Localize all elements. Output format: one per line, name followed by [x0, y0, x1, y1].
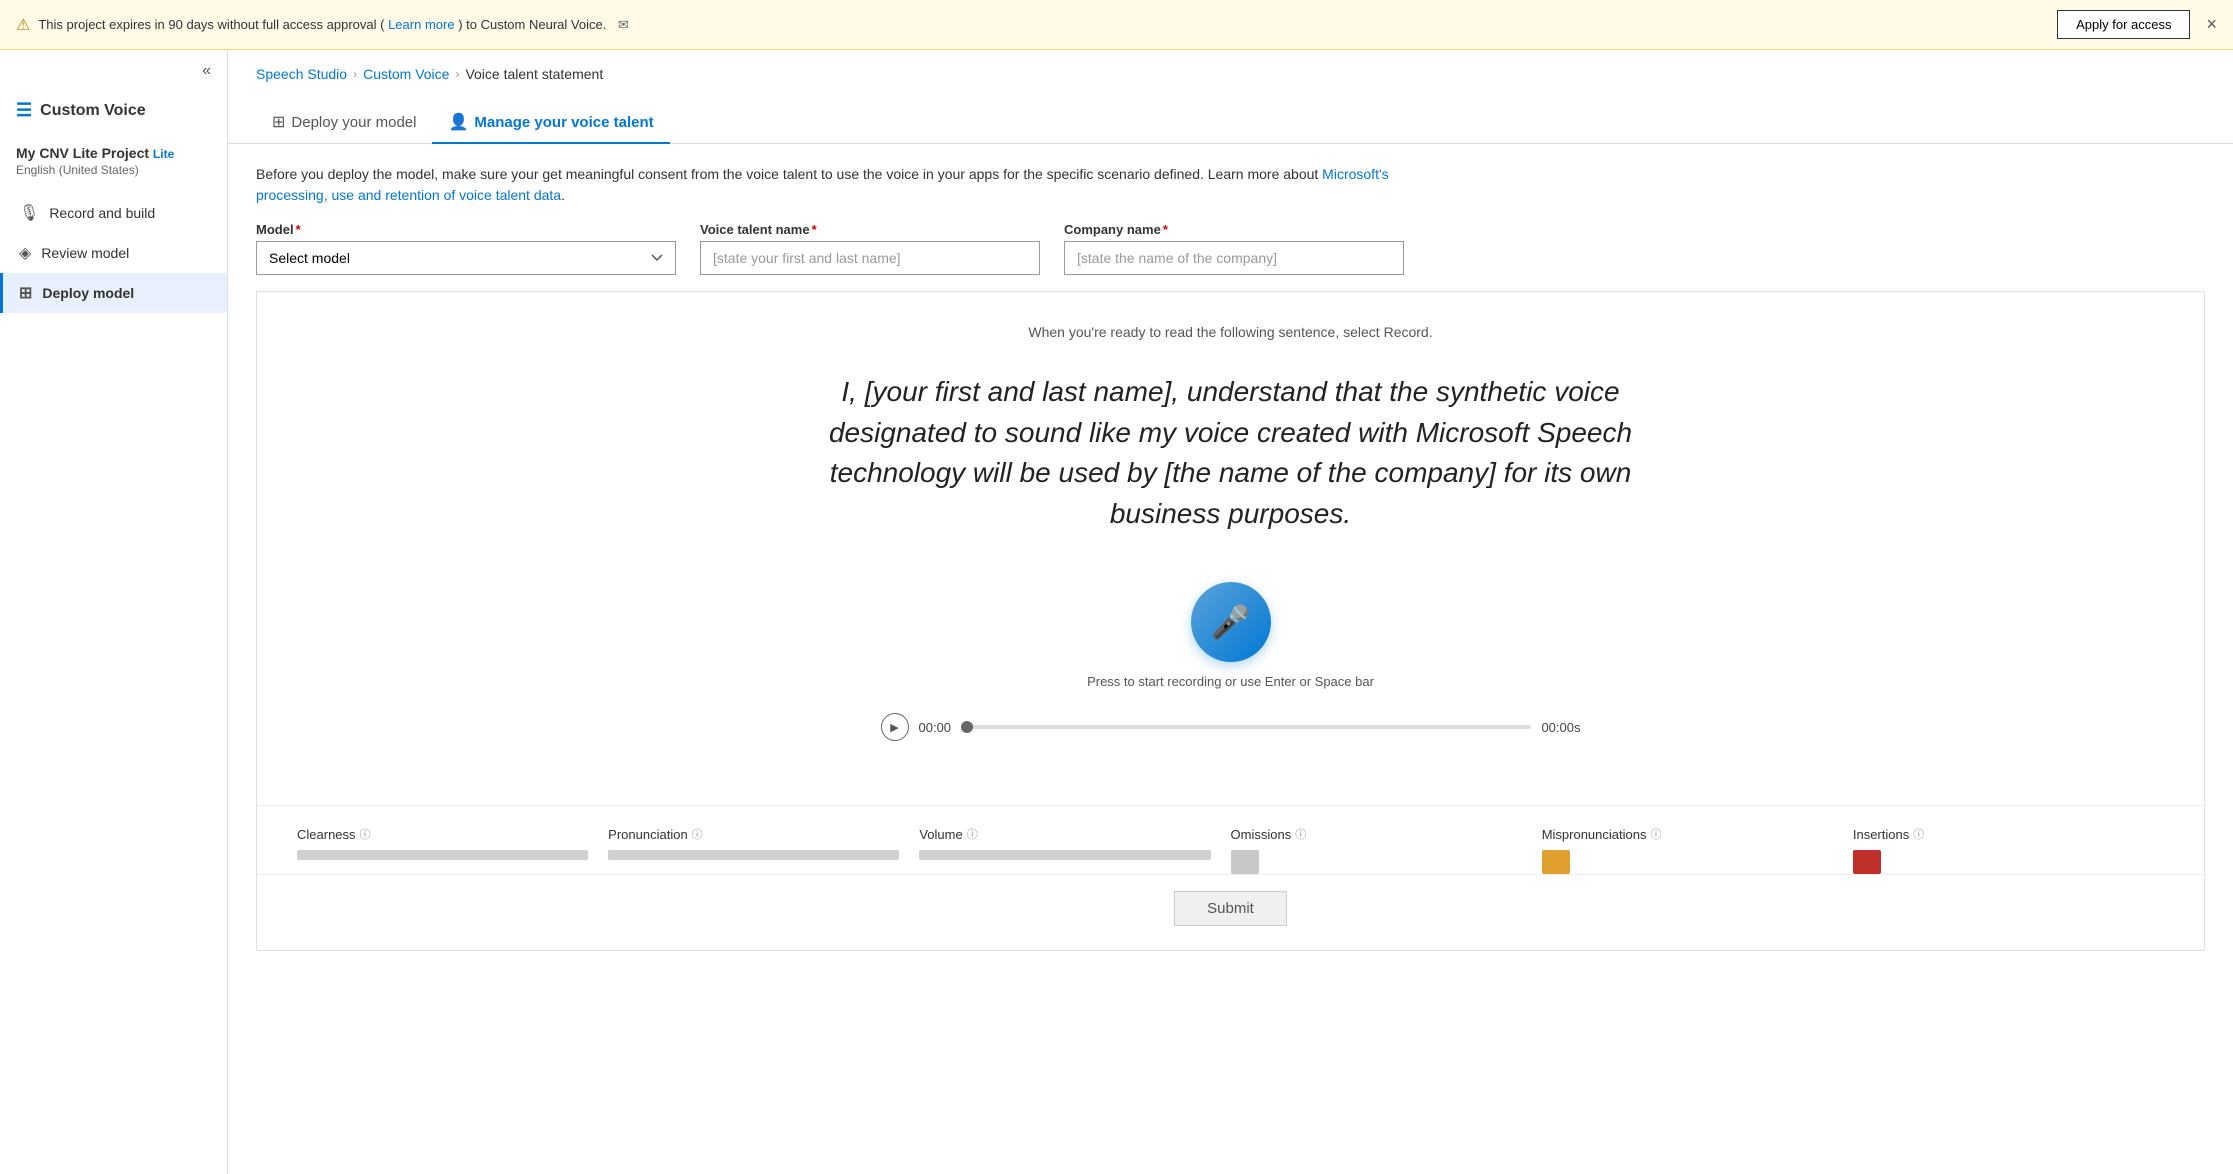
submit-button[interactable]: Submit — [1174, 891, 1287, 926]
model-select[interactable]: Select model — [256, 241, 676, 275]
pronunciation-bar — [608, 850, 899, 860]
talent-tab-icon: 👤 — [448, 112, 468, 132]
tab-manage-talent[interactable]: 👤 Manage your voice talent — [432, 102, 669, 144]
volume-info: ⓘ — [967, 826, 978, 842]
metric-volume: Volume ⓘ — [919, 826, 1230, 874]
metric-clearness: Clearness ⓘ — [297, 826, 608, 874]
pronunciation-info: ⓘ — [692, 826, 703, 842]
play-button[interactable]: ▶ — [881, 713, 909, 741]
breadcrumb-sep-1: › — [353, 67, 357, 81]
company-field: Company name* — [1064, 222, 1404, 275]
current-time: 00:00 — [919, 720, 952, 735]
metric-pronunciation: Pronunciation ⓘ — [608, 826, 919, 874]
voice-talent-label: Voice talent name* — [700, 222, 1040, 237]
breadcrumb-current: Voice talent statement — [465, 66, 603, 82]
submit-area: Submit — [257, 874, 2204, 950]
insertions-info: ⓘ — [1913, 826, 1924, 842]
mic-icon: 🎤 — [1211, 603, 1251, 641]
voice-talent-field: Voice talent name* — [700, 222, 1040, 275]
company-input[interactable] — [1064, 241, 1404, 275]
sidebar-item-review[interactable]: ◈ Review model — [0, 233, 227, 273]
mispronunciations-info: ⓘ — [1650, 826, 1661, 842]
review-icon: ◈ — [19, 243, 31, 263]
company-label: Company name* — [1064, 222, 1404, 237]
sidebar-item-deploy[interactable]: ⊞ Deploy model — [0, 273, 227, 313]
mic-button[interactable]: 🎤 — [1191, 582, 1271, 662]
project-badge: Lite — [153, 147, 174, 161]
warning-icon: ⚠ — [16, 15, 30, 35]
notification-banner: ⚠ This project expires in 90 days withou… — [0, 0, 2233, 50]
progress-bar[interactable] — [961, 725, 1531, 729]
apply-for-access-button[interactable]: Apply for access — [2057, 10, 2190, 39]
breadcrumb: Speech Studio › Custom Voice › Voice tal… — [228, 50, 2233, 82]
learn-more-link[interactable]: Learn more — [388, 17, 454, 32]
play-icon: ▶ — [890, 721, 898, 734]
sidebar-collapse-button[interactable]: « — [202, 62, 211, 80]
sidebar: « ☰ Custom Voice My CNV Lite Project Lit… — [0, 50, 228, 1174]
clearness-info: ⓘ — [360, 826, 371, 842]
breadcrumb-custom-voice[interactable]: Custom Voice — [363, 66, 449, 82]
mispronunciations-box — [1542, 850, 1570, 874]
form-row: Model* Select model Voice talent name* C… — [228, 222, 2233, 291]
model-field: Model* Select model — [256, 222, 676, 275]
email-icon: ✉ — [618, 17, 629, 32]
clearness-bar — [297, 850, 588, 860]
tab-deploy-model[interactable]: ⊞ Deploy your model — [256, 102, 432, 144]
duration: 00:00s — [1541, 720, 1580, 735]
insertions-box — [1853, 850, 1881, 874]
volume-bar — [919, 850, 1210, 860]
banner-text: This project expires in 90 days without … — [38, 17, 2049, 33]
recording-instruction: When you're ready to read the following … — [1028, 324, 1432, 340]
audio-controls: ▶ 00:00 00:00s — [881, 713, 1581, 741]
sidebar-item-record[interactable]: 🎙 Record and build — [0, 193, 227, 233]
mic-hint: Press to start recording or use Enter or… — [1087, 674, 1374, 689]
metric-mispronunciations: Mispronunciations ⓘ — [1542, 826, 1853, 874]
record-icon: 🎙 — [19, 203, 39, 223]
app-name: ☰ Custom Voice — [0, 92, 227, 137]
deploy-icon: ⊞ — [19, 283, 32, 303]
project-name: My CNV Lite Project Lite — [16, 145, 211, 161]
breadcrumb-speech-studio[interactable]: Speech Studio — [256, 66, 347, 82]
project-language: English (United States) — [16, 163, 211, 177]
metric-omissions: Omissions ⓘ — [1231, 826, 1542, 874]
banner-close-button[interactable]: × — [2206, 14, 2217, 35]
metrics-row: Clearness ⓘ Pronunciation ⓘ Volu — [257, 805, 2204, 874]
app-icon: ☰ — [16, 100, 32, 121]
tabs: ⊞ Deploy your model 👤 Manage your voice … — [228, 82, 2233, 144]
metric-insertions: Insertions ⓘ — [1853, 826, 2164, 874]
project-info: My CNV Lite Project Lite English (United… — [0, 137, 227, 181]
deploy-tab-icon: ⊞ — [272, 112, 285, 132]
main-content: Speech Studio › Custom Voice › Voice tal… — [228, 50, 2233, 1174]
model-label: Model* — [256, 222, 676, 237]
recording-text: I, [your first and last name], understan… — [781, 372, 1681, 534]
description: Before you deploy the model, make sure y… — [228, 144, 1428, 222]
sidebar-nav: 🎙 Record and build ◈ Review model ⊞ Depl… — [0, 193, 227, 313]
omissions-info: ⓘ — [1295, 826, 1306, 842]
progress-knob[interactable] — [961, 721, 973, 733]
breadcrumb-sep-2: › — [455, 67, 459, 81]
recording-card: When you're ready to read the following … — [256, 291, 2205, 951]
omissions-box — [1231, 850, 1259, 874]
voice-talent-input[interactable] — [700, 241, 1040, 275]
